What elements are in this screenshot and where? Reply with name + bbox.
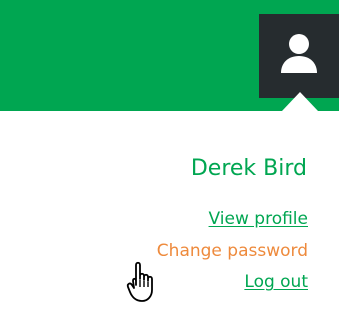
log-out-link[interactable]: Log out [244, 270, 308, 294]
dropdown-pointer [282, 92, 318, 111]
user-icon [281, 34, 317, 73]
hand-pointer-icon [126, 261, 153, 302]
change-password-link[interactable]: Change password [157, 239, 308, 263]
user-menu-toggle[interactable] [259, 14, 339, 98]
view-profile-link[interactable]: View profile [209, 207, 308, 231]
app-window: Derek Bird View profile Change password … [0, 0, 339, 313]
username: Derek Bird [190, 156, 307, 181]
